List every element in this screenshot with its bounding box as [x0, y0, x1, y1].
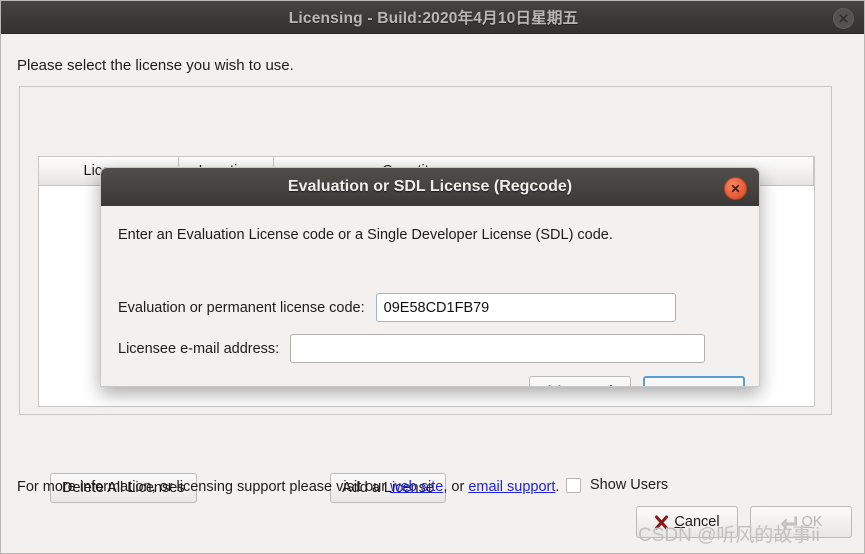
window-ok-button[interactable]: OK: [750, 506, 852, 538]
dialog-cancel-rest: ancel: [578, 384, 613, 386]
window-titlebar: Licensing - Build:2020年4月10日星期五: [1, 1, 864, 34]
dialog-cancel-button[interactable]: Cancel: [529, 376, 631, 386]
window-action-buttons: Cancel OK: [636, 506, 852, 538]
window-close-button[interactable]: [833, 8, 854, 29]
dialog-ok-button[interactable]: OK: [643, 376, 745, 388]
show-users-checkbox[interactable]: Show Users: [566, 477, 668, 493]
license-code-row: Evaluation or permanent license code:: [118, 293, 676, 322]
window-cancel-mnemonic: C: [674, 514, 685, 530]
footer-prefix: For more information, or licensing suppo…: [17, 479, 391, 495]
dialog-titlebar: Evaluation or SDL License (Regcode): [101, 168, 759, 206]
web-site-link[interactable]: web site: [390, 479, 443, 495]
dialog-close-button[interactable]: [724, 177, 747, 200]
license-code-label: Evaluation or permanent license code:: [118, 299, 365, 316]
window-cancel-rest: ancel: [684, 514, 720, 530]
dialog-title: Evaluation or SDL License (Regcode): [287, 178, 573, 195]
dialog-cancel-label: Cancel: [567, 384, 613, 386]
regcode-dialog: Evaluation or SDL License (Regcode) Ente…: [100, 167, 760, 387]
dialog-ok-mnemonic: O: [695, 384, 706, 386]
dialog-ok-rest: K: [706, 384, 716, 386]
licensee-email-row: Licensee e-mail address:: [118, 334, 706, 363]
show-users-label: Show Users: [590, 477, 669, 493]
enter-arrow-icon: [673, 385, 690, 388]
dialog-action-buttons: Cancel OK: [529, 376, 745, 388]
window-ok-label: OK: [802, 514, 823, 530]
dialog-body: Enter an Evaluation License code or a Si…: [101, 206, 759, 388]
licensee-email-input[interactable]: [290, 334, 706, 363]
footer-support-note: For more information, or licensing suppo…: [17, 479, 559, 495]
footer-suffix: .: [555, 479, 560, 495]
dialog-description: Enter an Evaluation License code or a Si…: [118, 227, 613, 243]
window-ok-mnemonic: O: [801, 514, 813, 530]
window-cancel-label: Cancel: [674, 514, 719, 530]
x-mark-icon: [548, 384, 562, 386]
licensee-email-label: Licensee e-mail address:: [118, 340, 280, 357]
email-support-link[interactable]: email support: [468, 479, 555, 495]
licensing-window: Licensing - Build:2020年4月10日星期五 Please s…: [0, 0, 865, 554]
window-title: Licensing - Build:2020年4月10日星期五: [288, 10, 579, 27]
footer-middle: , or: [443, 479, 469, 495]
window-ok-rest: K: [812, 514, 823, 530]
close-icon: [839, 14, 848, 23]
dialog-cancel-mnemonic: C: [567, 384, 577, 386]
dialog-ok-label: OK: [695, 384, 716, 386]
enter-arrow-icon: [780, 516, 797, 530]
license-code-input[interactable]: [375, 293, 676, 322]
instruction-text: Please select the license you wish to us…: [17, 57, 294, 74]
window-cancel-button[interactable]: Cancel: [636, 506, 738, 538]
checkbox-box[interactable]: [566, 477, 581, 493]
x-mark-icon: [655, 514, 669, 530]
close-icon: [731, 184, 740, 193]
